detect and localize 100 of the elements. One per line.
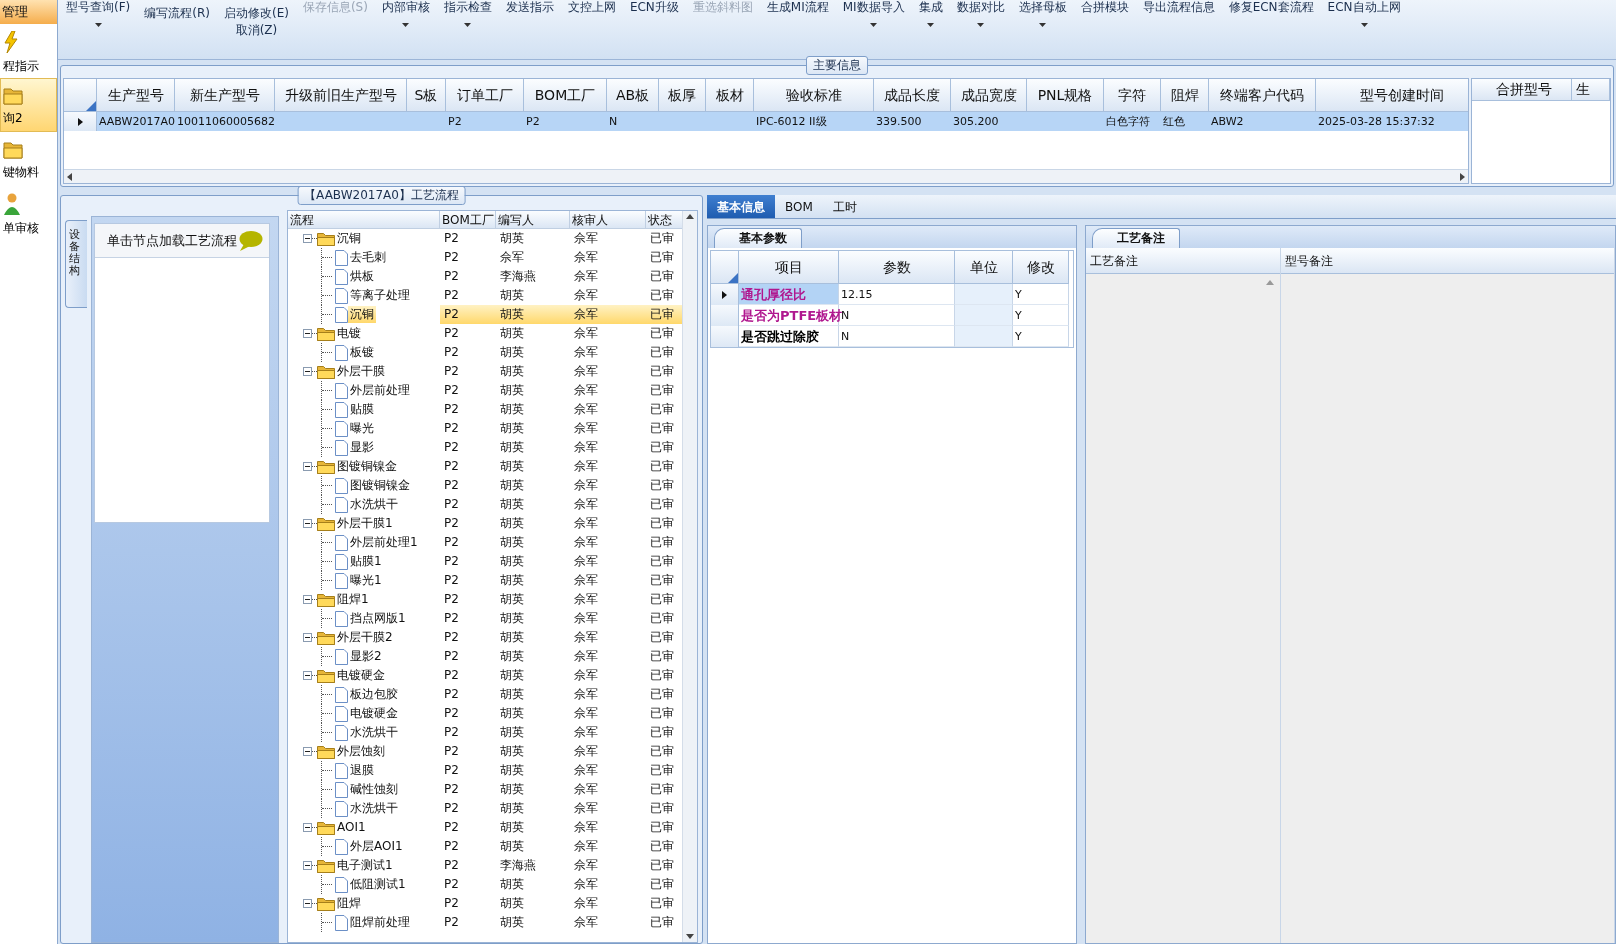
caret-icon[interactable] [402, 23, 410, 27]
tree-row[interactable]: 电子测试1 P2 李海燕 佘军 已审 [288, 856, 682, 875]
expander-icon[interactable] [303, 861, 312, 870]
expander-icon[interactable] [303, 462, 312, 471]
column-header[interactable]: 状态 [646, 211, 682, 229]
column-header[interactable]: 修改 [1013, 251, 1069, 284]
expander-icon[interactable] [303, 329, 312, 338]
toolbar-button[interactable]: 取消(Z) [233, 23, 280, 38]
tab[interactable]: 基本信息 [707, 195, 775, 218]
tree-row[interactable]: 电镀 P2 胡英 佘军 已审 [288, 324, 682, 343]
tree-row[interactable]: 水洗烘干 P2 胡英 佘军 已审 [288, 799, 682, 818]
column-header[interactable]: S板 [407, 79, 446, 112]
expander-icon[interactable] [303, 367, 312, 376]
sidebar-item[interactable]: 键物料 [0, 132, 57, 186]
tree-row[interactable]: 低阻测试1 P2 胡英 佘军 已审 [288, 875, 682, 894]
toolbar-button[interactable]: 指示检查 [441, 0, 494, 15]
expander-icon[interactable] [303, 671, 312, 680]
table-row[interactable]: AABW2017A0 10011060005682 P2 P2 N IPC-6012 II级 339.500 305.200 白色字符 红色 ABW2 2025-03-28 15:37:32 [64, 112, 1468, 131]
toolbar-button[interactable]: ECN自动上网 [1325, 0, 1403, 15]
expander-icon[interactable] [303, 633, 312, 642]
tree-row[interactable]: 曝光1 P2 胡英 佘军 已审 [288, 571, 682, 590]
tree-row[interactable]: 曝光 P2 胡英 佘军 已审 [288, 419, 682, 438]
tree-row[interactable]: 退膜 P2 胡英 佘军 已审 [288, 761, 682, 780]
sidebar-item[interactable]: 单审核 [0, 186, 57, 240]
tab[interactable]: 工时 [822, 195, 867, 218]
toolbar-button[interactable]: 选择母板 [1016, 0, 1069, 15]
tree-row[interactable]: 水洗烘干 P2 胡英 佘军 已审 [288, 495, 682, 514]
toolbar-button[interactable]: 启动修改(E) [221, 6, 291, 21]
toolbar-button[interactable]: ECN升级 [627, 0, 681, 15]
column-header[interactable]: 板厚 [659, 79, 706, 112]
pane-tab[interactable]: 基本参数 [714, 228, 802, 248]
toolbar-button[interactable]: 编写流程(R) [142, 6, 212, 21]
column-header[interactable]: PNL规格 [1027, 79, 1104, 112]
column-header[interactable]: 参数 [839, 251, 955, 284]
caret-icon[interactable] [464, 23, 472, 27]
expander-icon[interactable] [303, 519, 312, 528]
column-header[interactable]: 单位 [955, 251, 1013, 284]
tree-row[interactable]: 阻焊1 P2 胡英 佘军 已审 [288, 590, 682, 609]
toolbar-button[interactable]: 集成 [916, 0, 945, 15]
tree-row[interactable]: 图镀铜镍金 P2 胡英 佘军 已审 [288, 457, 682, 476]
toolbar-button[interactable]: 修复ECN套流程 [1226, 0, 1316, 15]
column-header[interactable]: 终端客户代码 [1209, 79, 1316, 112]
tree-row[interactable]: 板边包胶 P2 胡英 佘军 已审 [288, 685, 682, 704]
expander-icon[interactable] [303, 747, 312, 756]
column-header[interactable]: 合拼型号 [1472, 79, 1572, 101]
column-header[interactable]: 字符 [1104, 79, 1161, 112]
column-header[interactable]: 生产型号 [97, 79, 175, 112]
expander-icon[interactable] [303, 234, 312, 243]
tree-row[interactable]: 水洗烘干 P2 胡英 佘军 已审 [288, 723, 682, 742]
toolbar-button[interactable]: 生成MI流程 [764, 0, 831, 15]
tree-row[interactable]: 贴膜1 P2 胡英 佘军 已审 [288, 552, 682, 571]
tree-row[interactable]: 沉铜 P2 胡英 佘军 已审 [288, 229, 682, 248]
toolbar-button[interactable]: MI数据导入 [840, 0, 907, 15]
column-header[interactable]: BOM工厂 [440, 211, 496, 229]
tree-row[interactable]: 碱性蚀刻 P2 胡英 佘军 已审 [288, 780, 682, 799]
caret-icon[interactable] [977, 23, 985, 27]
tree-row[interactable]: 外层蚀刻 P2 胡英 佘军 已审 [288, 742, 682, 761]
toolbar-button[interactable]: 内部审核 [379, 0, 432, 15]
column-header[interactable]: 核审人 [570, 211, 646, 229]
tree-row[interactable]: AOI1 P2 胡英 佘军 已审 [288, 818, 682, 837]
side-tab[interactable]: 设备结构 [65, 220, 87, 309]
tree-row[interactable]: 烘板 P2 李海燕 佘军 已审 [288, 267, 682, 286]
expander-icon[interactable] [303, 899, 312, 908]
column-header[interactable]: 升级前旧生产型号 [275, 79, 407, 112]
column-header[interactable]: 型号创建时间 [1316, 79, 1468, 112]
toolbar-button[interactable]: 导出流程信息 [1140, 0, 1217, 15]
expander-icon[interactable] [303, 823, 312, 832]
expander-icon[interactable] [303, 595, 312, 604]
toolbar-button[interactable]: 文控上网 [565, 0, 618, 15]
param-row[interactable]: 通孔厚径比 12.15 Y [711, 284, 1073, 305]
tree-row[interactable]: 显影2 P2 胡英 佘军 已审 [288, 647, 682, 666]
column-header[interactable]: AB板 [607, 79, 659, 112]
tree-row[interactable]: 外层干膜2 P2 胡英 佘军 已审 [288, 628, 682, 647]
tree-row[interactable]: 显影 P2 胡英 佘军 已审 [288, 438, 682, 457]
caret-icon[interactable] [870, 23, 878, 27]
toolbar-button[interactable]: 数据对比 [954, 0, 1007, 15]
column-header[interactable]: 编写人 [496, 211, 570, 229]
tree-row[interactable]: 贴膜 P2 胡英 佘军 已审 [288, 400, 682, 419]
tree-row[interactable]: 阻焊 P2 胡英 佘军 已审 [288, 894, 682, 913]
toolbar-button[interactable]: 发送指示 [503, 0, 556, 15]
pane-tab[interactable]: 工艺备注 [1092, 228, 1180, 248]
tree-row[interactable]: 外层前处理1 P2 胡英 佘军 已审 [288, 533, 682, 552]
sidebar-item[interactable]: 询2 [0, 78, 57, 132]
sidebar-item[interactable]: 程指示 [0, 24, 57, 78]
caret-icon[interactable] [94, 23, 102, 27]
column-header[interactable]: 项目 [739, 251, 839, 284]
tree-row[interactable]: 外层干膜1 P2 胡英 佘军 已审 [288, 514, 682, 533]
column-header[interactable]: 阻焊 [1161, 79, 1209, 112]
caret-icon[interactable] [927, 23, 935, 27]
param-row[interactable]: 是否跳过除胶 N Y [711, 326, 1073, 347]
tree-row[interactable]: 电镀硬金 P2 胡英 佘军 已审 [288, 704, 682, 723]
column-header[interactable]: 成品长度 [874, 79, 951, 112]
column-header[interactable]: 板材 [706, 79, 754, 112]
column-header[interactable]: BOM工厂 [524, 79, 607, 112]
tree-row[interactable]: 外层AOI1 P2 胡英 佘军 已审 [288, 837, 682, 856]
toolbar-button[interactable]: 合拼模块 [1078, 0, 1131, 15]
column-header[interactable]: 成品宽度 [951, 79, 1027, 112]
tab[interactable]: BOM [775, 195, 823, 218]
tree-row[interactable]: 挡点网版1 P2 胡英 佘军 已审 [288, 609, 682, 628]
tree-row[interactable]: 阻焊前处理 P2 胡英 佘军 已审 [288, 913, 682, 932]
